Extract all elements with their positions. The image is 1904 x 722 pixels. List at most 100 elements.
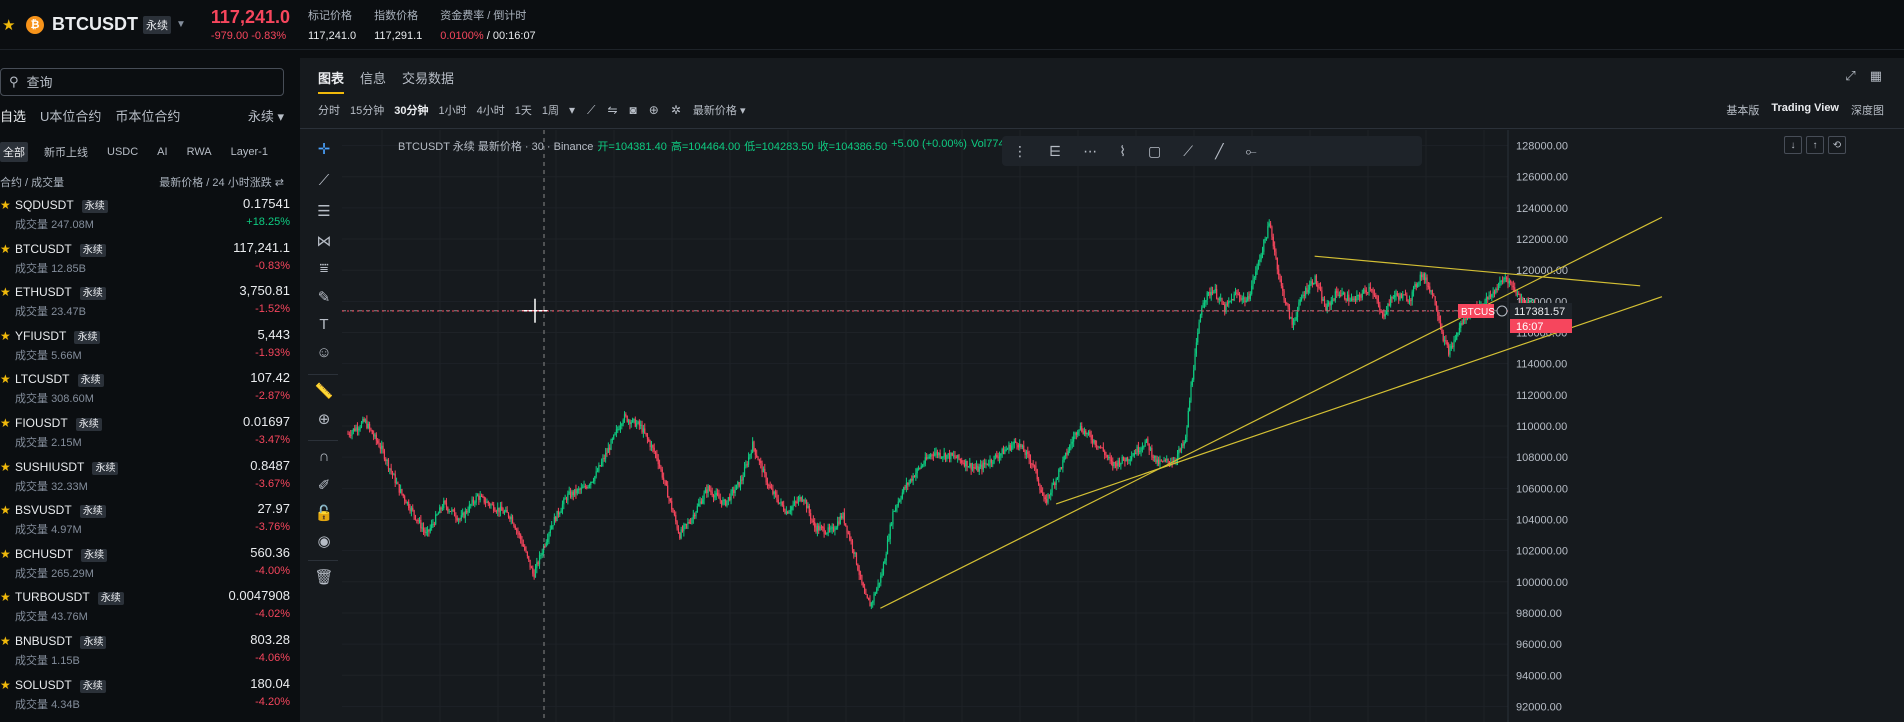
candle-body — [1011, 445, 1013, 451]
search-input[interactable] — [26, 74, 247, 90]
ray-icon[interactable]: ⟋ — [1183, 143, 1193, 160]
indicator-icon[interactable]: ⟋ — [587, 103, 595, 118]
favorite-star-icon[interactable]: ★ — [0, 678, 11, 692]
regression-icon[interactable]: ⋯ — [1083, 143, 1097, 160]
favorite-star-icon[interactable]: ★ — [0, 634, 11, 648]
favorite-star-icon[interactable]: ★ — [0, 372, 11, 386]
trash-icon[interactable]: 🗑 — [314, 568, 334, 586]
favorite-star-icon[interactable]: ★ — [0, 416, 11, 430]
fib-tool-icon[interactable]: ⩸ — [314, 260, 334, 277]
list-item[interactable]: ★ TURBOUSDT 永续 成交量 43.76M 0.0047908 -4.02% — [0, 584, 290, 628]
list-item[interactable]: ★ BCHUSDT 永续 成交量 265.29M 560.36 -4.00% — [0, 541, 290, 585]
filter-rwa[interactable]: RWA — [184, 144, 215, 160]
list-item[interactable]: ★ SUSHIUSDT 永续 成交量 32.33M 0.8487 -3.67% — [0, 454, 290, 498]
candle-body — [1194, 353, 1196, 371]
interval-1w[interactable]: 1周 — [542, 102, 559, 118]
tab-trading-data[interactable]: 交易数据 — [402, 68, 454, 94]
list-item[interactable]: ★ BTCUSDT 永续 成交量 12.85B 117,241.1 -0.83% — [0, 236, 290, 280]
parallel-channel-icon[interactable]: ⋿ — [1049, 143, 1061, 160]
interval-1d[interactable]: 1天 — [515, 102, 532, 118]
lock-icon[interactable]: 🔓 — [314, 504, 334, 522]
price-type-select[interactable]: 最新价格 ▾ — [693, 102, 746, 118]
refresh-icon[interactable]: ⟲ — [1828, 136, 1846, 154]
symbol-title[interactable]: BTCUSDT — [52, 14, 138, 35]
ruler-icon[interactable]: 📏 — [314, 382, 334, 400]
filter-layer1[interactable]: Layer-1 — [228, 144, 271, 160]
view-basic[interactable]: 基本版 — [1726, 102, 1759, 118]
settings-gear-icon[interactable]: ✲ — [671, 103, 681, 117]
list-item[interactable]: ★ LTCUSDT 永续 成交量 308.60M 107.42 -2.87% — [0, 366, 290, 410]
view-depth[interactable]: 深度图 — [1851, 102, 1884, 118]
favorite-star-icon[interactable]: ★ — [0, 198, 11, 212]
symbol-dropdown-icon[interactable]: ▼ — [176, 19, 186, 30]
drag-handle-icon[interactable]: ⋮ — [1013, 143, 1027, 160]
search-box[interactable]: ⚲ — [0, 68, 284, 96]
interval-more-icon[interactable]: ▾ — [569, 103, 575, 117]
interval-4h[interactable]: 4小时 — [477, 102, 505, 118]
list-item[interactable]: ★ BSVUSDT 永续 成交量 4.97M 27.97 -3.76% — [0, 497, 290, 541]
horizontal-ray-icon[interactable]: ⟜ — [1246, 143, 1257, 160]
horizontal-lines-icon[interactable]: ☰ — [314, 202, 334, 220]
zigzag-icon[interactable]: ⌇ — [1119, 143, 1126, 160]
filter-ai[interactable]: AI — [154, 144, 170, 160]
interval-1h[interactable]: 1小时 — [439, 102, 467, 118]
list-item[interactable]: ★ ETHUSDT 永续 成交量 23.47B 3,750.81 -1.52% — [0, 279, 290, 323]
interval-15m[interactable]: 15分钟 — [350, 102, 384, 118]
candle-body — [1503, 278, 1505, 281]
favorite-star-icon[interactable]: ★ — [0, 590, 11, 604]
list-item[interactable]: ★ SOLUSDT 永续 成交量 4.34B 180.04 -4.20% — [0, 672, 290, 716]
favorite-star-icon[interactable]: ★ — [0, 329, 11, 343]
interval-30m[interactable]: 30分钟 — [394, 102, 428, 118]
add-icon[interactable]: ⊕ — [649, 103, 659, 117]
rectangle-icon[interactable]: ▢ — [1148, 143, 1161, 160]
tab-coinm[interactable]: 币本位合约 — [115, 106, 180, 125]
trendline-tool-icon[interactable]: ⟋ — [314, 172, 334, 189]
view-tradingview[interactable]: Trading View — [1771, 102, 1839, 118]
pattern-tool-icon[interactable]: ⋈ — [314, 232, 334, 250]
candle-body — [443, 500, 445, 509]
favorite-star-icon[interactable]: ★ — [2, 16, 18, 34]
list-item[interactable]: ★ YFIUSDT 永续 成交量 5.66M 5,443 -1.93% — [0, 323, 290, 367]
candle-body — [367, 423, 369, 428]
tab-usdm[interactable]: U本位合约 — [40, 106, 101, 125]
compare-icon[interactable]: ⇋ — [607, 103, 617, 117]
list-item[interactable]: ★ BNBUSDT 永续 成交量 1.15B 803.28 -4.06% — [0, 628, 290, 672]
line-icon[interactable]: ╱ — [1215, 143, 1223, 160]
grid-layout-icon[interactable]: ▦ — [1870, 68, 1882, 84]
candle-body — [614, 432, 616, 435]
list-item[interactable]: ★ SQDUSDT 永续 成交量 247.08M 0.17541 +18.25% — [0, 192, 290, 236]
expand-icon[interactable]: ⤢ — [1845, 68, 1855, 84]
lock-drawing-icon[interactable]: ✐ — [314, 476, 334, 494]
emoji-icon[interactable]: ☺ — [314, 344, 334, 361]
favorite-star-icon[interactable]: ★ — [0, 547, 11, 561]
eye-icon[interactable]: ◉ — [314, 532, 334, 550]
brush-icon[interactable]: ✎ — [314, 288, 334, 306]
zoom-in-icon[interactable]: ⊕ — [314, 410, 334, 428]
favorite-star-icon[interactable]: ★ — [0, 242, 11, 256]
tab-info[interactable]: 信息 — [360, 68, 386, 94]
col-price-change[interactable]: 最新价格 / 24 小时涨跌 ⇄ — [159, 174, 284, 190]
up-icon[interactable]: ↑ — [1806, 136, 1824, 154]
col-contract-volume[interactable]: 合约 / 成交量 — [0, 174, 64, 190]
tab-chart[interactable]: 图表 — [318, 68, 345, 94]
filter-usdc[interactable]: USDC — [104, 144, 141, 160]
crosshair-icon[interactable]: ✛ — [314, 140, 334, 158]
perpetual-dropdown[interactable]: 永续 ▾ — [248, 106, 284, 125]
tab-favorites[interactable]: 自选 — [0, 106, 26, 125]
stat-label[interactable]: 指数价格 — [374, 7, 422, 23]
camera-icon[interactable]: ◙ — [630, 103, 637, 117]
download-icon[interactable]: ↓ — [1784, 136, 1802, 154]
text-tool-icon[interactable]: T — [314, 316, 334, 333]
filter-new[interactable]: 新币上线 — [41, 142, 91, 162]
candlestick-chart[interactable]: 128000.00126000.00124000.00122000.001200… — [342, 130, 1904, 722]
favorite-star-icon[interactable]: ★ — [0, 460, 11, 474]
chart-plot-area[interactable]: 128000.00 126000.00 124000.00 122000.00 1200… — [342, 130, 1904, 722]
candle-body — [514, 526, 516, 530]
interval-line[interactable]: 分时 — [318, 102, 340, 118]
favorite-star-icon[interactable]: ★ — [0, 503, 11, 517]
candle-body — [1050, 492, 1052, 495]
filter-all[interactable]: 全部 — [0, 142, 28, 162]
magnet-icon[interactable]: ∩ — [314, 448, 334, 465]
favorite-star-icon[interactable]: ★ — [0, 285, 11, 299]
list-item[interactable]: ★ FIOUSDT 永续 成交量 2.15M 0.01697 -3.47% — [0, 410, 290, 454]
